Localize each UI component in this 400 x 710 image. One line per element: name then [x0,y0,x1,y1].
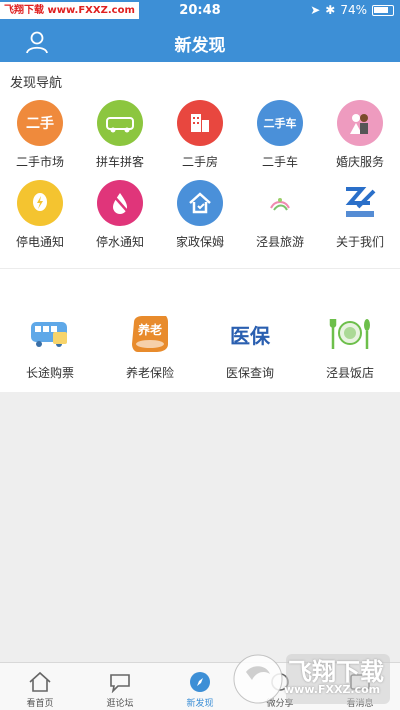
nav-item-power-outage[interactable]: 停电通知 [0,180,80,260]
service-label: 长途购票 [25,366,74,380]
car-icon [97,100,143,146]
nav-item-label: 二手房 [181,155,218,169]
bluetooth-icon: ✱ [325,3,336,17]
nav-item-carpool[interactable]: 拼车拼客 [80,100,160,180]
nav-item-label: 二手车 [261,155,298,169]
medical-insurance-icon: 医保 [230,323,270,348]
battery-percent: 74% [340,3,367,17]
service-label: 医保查询 [225,366,274,380]
watermark-name: 飞翔下载 [288,658,384,686]
nav-bar: 新发现 [0,22,400,62]
nav-item-second-hand-house[interactable]: 二手房 [160,100,240,180]
nav-item-tourism[interactable]: 泾县旅游 [240,180,320,260]
status-right: ➤ ✱ 74% [310,3,394,17]
nav-item-label: 婚庆服务 [335,155,384,169]
water-drop-icon [97,180,143,226]
restaurant-icon [326,314,374,354]
tourism-icon [257,180,303,226]
battery-icon [372,4,394,16]
service-long-distance-ticket[interactable]: 长途购票 [0,314,100,381]
nav-item-wedding[interactable]: 婚庆服务 [320,100,400,180]
nav-item-label: 关于我们 [335,235,384,249]
compass-icon [187,670,213,694]
wedding-icon [337,100,383,146]
about-logo-icon [337,180,383,226]
house-icon [177,180,223,226]
nav-item-second-hand-market[interactable]: 二手 二手市场 [0,100,80,180]
nav-item-label: 停水通知 [95,235,144,249]
tab-forum[interactable]: 逛论坛 [80,663,160,710]
service-label: 养老保险 [125,366,174,380]
section-title: 发现导航 [10,76,63,91]
page-title: 新发现 [174,36,226,56]
nav-item-label: 二手市场 [15,155,64,169]
tab-label: 逛论坛 [106,699,134,709]
discover-panel: 发现导航 二手 二手市场 拼车拼客 二手房 二手车 二手车 婚庆服务 停电通知 … [0,62,400,392]
used-car-icon: 二手车 [257,100,303,146]
building-icon [177,100,223,146]
power-icon [17,180,63,226]
nav-item-label: 泾县旅游 [255,235,304,249]
tab-discover[interactable]: 新发现 [160,663,240,710]
tab-label: 新发现 [186,699,214,709]
nav-item-water-outage[interactable]: 停水通知 [80,180,160,260]
home-icon [27,670,53,694]
service-restaurant[interactable]: 泾县饭店 [300,314,400,381]
nav-item-label: 拼车拼客 [95,155,144,169]
tab-label: 看首页 [26,699,54,709]
status-bar: 飞翔下载 www.FXXZ.com 20:48 ➤ ✱ 74% [0,0,400,22]
nav-item-housekeeping[interactable]: 家政保姆 [160,180,240,260]
divider [0,268,400,269]
tab-home[interactable]: 看首页 [0,663,80,710]
nav-item-label: 家政保姆 [175,235,224,249]
watermark-url: www.FXXZ.com [284,683,381,696]
nav-item-about-us[interactable]: 关于我们 [320,180,400,260]
services-grid: 长途购票 养老 养老保险 医保 医保查询 泾县饭店 [0,314,400,381]
nav-item-label: 停电通知 [15,235,64,249]
second-hand-icon: 二手 [17,100,63,146]
svg-text:养老: 养老 [137,322,162,337]
nav-grid: 二手 二手市场 拼车拼客 二手房 二手车 二手车 婚庆服务 停电通知 停水通知 … [0,100,400,260]
location-icon: ➤ [310,3,321,17]
bus-icon [26,314,74,354]
service-label: 泾县饭店 [325,366,374,380]
nav-item-used-car[interactable]: 二手车 二手车 [240,100,320,180]
pension-icon: 养老 [126,314,174,354]
service-pension-insurance[interactable]: 养老 养老保险 [100,314,200,381]
chat-bubble-icon [107,670,133,694]
service-medical-insurance[interactable]: 医保 医保查询 [200,314,300,381]
